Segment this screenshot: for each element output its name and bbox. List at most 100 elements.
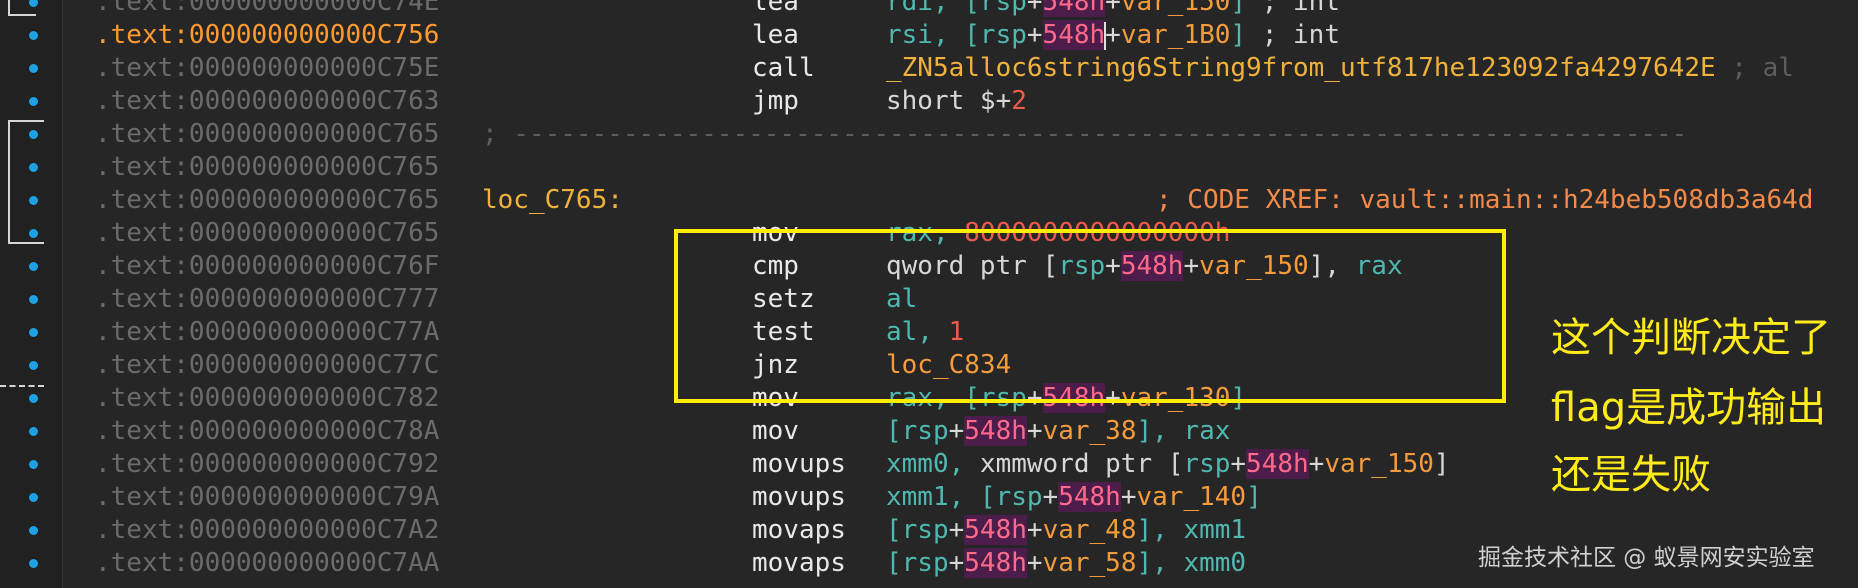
operands[interactable]: xmm0, xmmword ptr [rsp+548h+var_150]	[886, 448, 1450, 481]
mnemonic[interactable]: movaps	[752, 514, 846, 547]
operand-token: +	[1120, 482, 1137, 512]
operand-token: +	[1230, 449, 1247, 479]
operand-token: var_140	[1136, 482, 1247, 512]
mnemonic[interactable]: lea	[752, 0, 799, 19]
operands[interactable]: [rsp+548h+var_38], rax	[886, 415, 1230, 448]
operand-token: +	[1105, 20, 1121, 50]
operand-token: rsp	[901, 515, 949, 545]
operand-token: rsp	[979, 20, 1027, 50]
line-address[interactable]: .text:000000000000C7A2	[95, 514, 439, 547]
line-address[interactable]: .text:000000000000C792	[95, 448, 439, 481]
operand-token: ]	[1246, 482, 1262, 512]
operand-token: ; int	[1261, 20, 1340, 50]
line-address[interactable]: .text:000000000000C79A	[95, 481, 439, 514]
separator-comment: ; --------------------------------------…	[482, 119, 1688, 149]
line-address[interactable]: .text:000000000000C765	[95, 184, 439, 217]
annotation-line-2: flag是成功输出	[1551, 385, 1827, 431]
operand-token: var_38	[1042, 416, 1137, 446]
operand-token: ; int	[1261, 0, 1340, 17]
operand-token: ]	[1230, 20, 1262, 50]
operand-token: 548h	[964, 515, 1027, 545]
listing-line[interactable]: .text:000000000000C75E call _ZN5alloc6stri…	[0, 52, 1858, 85]
mnemonic[interactable]: movaps	[752, 547, 846, 580]
line-address[interactable]: .text:000000000000C76F	[95, 250, 439, 283]
listing-line[interactable]: .text:000000000000C765 ; ----------------…	[0, 118, 1858, 151]
annotation-line-1: 这个判断决定了	[1551, 315, 1831, 361]
operand-token: _ZN5alloc6string6String9from_utf817he123…	[886, 53, 1716, 83]
mnemonic[interactable]: mov	[752, 415, 799, 448]
operand-token: 548h	[964, 548, 1027, 578]
watermark: 掘金技术社区 @ 蚁景网安实验室	[1478, 545, 1815, 571]
operands[interactable]: short $+2	[886, 85, 1027, 118]
operand-token: ], rax	[1136, 416, 1231, 446]
xref-comment[interactable]: ; CODE XREF: vault::main::h24beb508db3a6…	[1156, 184, 1813, 217]
operand-token: [	[886, 416, 902, 446]
line-address[interactable]: .text:000000000000C777	[95, 283, 439, 316]
operands[interactable]: rdi, [rsp+548h+var_150] ; int	[886, 0, 1340, 19]
operand-token: var_58	[1042, 548, 1137, 578]
operand-token: 2	[1011, 86, 1027, 116]
operand-token: +	[948, 416, 965, 446]
listing-line[interactable]: .text:000000000000C74E lea rdi, [rsp+548h+…	[0, 0, 1858, 19]
operand-token: rsp	[995, 482, 1043, 512]
operand-token: var_150	[1324, 449, 1434, 479]
operand-token: rsp	[1183, 449, 1231, 479]
mnemonic[interactable]: call	[752, 52, 815, 85]
operand-token: [	[886, 515, 902, 545]
line-address[interactable]: .text:000000000000C765	[95, 118, 439, 151]
operand-token: rdi, [	[886, 0, 980, 17]
mnemonic[interactable]: movups	[752, 448, 846, 481]
highlight-box	[674, 229, 1506, 403]
operand-token: var_150	[1120, 0, 1231, 17]
operand-token: xmm1, [	[886, 482, 996, 512]
operand-token: +	[1105, 0, 1121, 17]
operand-token: ], xmm1	[1136, 515, 1247, 545]
code-label[interactable]: loc_C765:	[482, 184, 623, 217]
operand-token: xmm0,	[886, 449, 980, 479]
line-address[interactable]: .text:000000000000C765	[95, 217, 439, 250]
operand-token: 548h	[964, 416, 1027, 446]
operand-token: +	[1026, 0, 1043, 17]
listing-line[interactable]: .text:000000000000C765 loc_C765: ; CODE XR…	[0, 184, 1858, 217]
operand-token: 548h	[1042, 0, 1106, 17]
line-address[interactable]: .text:000000000000C756	[95, 19, 439, 52]
operand-token: short $+	[886, 86, 1012, 116]
operands[interactable]: rsi, [rsp+548h+var_1B0] ; int	[886, 19, 1340, 52]
listing-line[interactable]: .text:000000000000C765	[0, 151, 1858, 184]
line-address[interactable]: .text:000000000000C77A	[95, 316, 439, 349]
listing-line[interactable]: .text:000000000000C763 jmp short $+2	[0, 85, 1858, 118]
line-address[interactable]: .text:000000000000C77C	[95, 349, 439, 382]
line-address[interactable]: .text:000000000000C78A	[95, 415, 439, 448]
operand-token: 548h	[1058, 482, 1121, 512]
operand-token: +	[1042, 482, 1059, 512]
mnemonic[interactable]: lea	[752, 19, 799, 52]
operands[interactable]: xmm1, [rsp+548h+var_140]	[886, 481, 1262, 514]
operand-token: var_1B0	[1120, 20, 1231, 50]
line-address[interactable]: .text:000000000000C75E	[95, 52, 439, 85]
mnemonic[interactable]: movups	[752, 481, 846, 514]
operand-token: var_48	[1042, 515, 1137, 545]
operand-token: rsp	[979, 0, 1027, 17]
line-address[interactable]: .text:000000000000C74E	[95, 0, 439, 19]
operand-token: 548h	[1246, 449, 1309, 479]
operand-token: [	[886, 548, 902, 578]
line-address[interactable]: .text:000000000000C7AA	[95, 547, 439, 580]
mnemonic[interactable]: jmp	[752, 85, 799, 118]
operand-token: +	[948, 548, 965, 578]
operand-token: ], xmm0	[1136, 548, 1247, 578]
operand-token: rsi, [	[886, 20, 980, 50]
operand-token: ]	[1433, 449, 1450, 479]
operands[interactable]: _ZN5alloc6string6String9from_utf817he123…	[886, 52, 1794, 85]
operand-token: +	[1026, 548, 1043, 578]
operand-token: +	[1026, 515, 1043, 545]
line-address[interactable]: .text:000000000000C782	[95, 382, 439, 415]
line-address[interactable]: .text:000000000000C763	[95, 85, 439, 118]
operand-token: +	[948, 515, 965, 545]
listing-line[interactable]: .text:000000000000C756 lea rsi, [rsp+548h+…	[0, 19, 1858, 52]
operand-token: +	[1308, 449, 1325, 479]
operand-token: rsp	[901, 416, 949, 446]
operand-token: +	[1026, 416, 1043, 446]
operands[interactable]: [rsp+548h+var_48], xmm1	[886, 514, 1246, 547]
line-address[interactable]: .text:000000000000C765	[95, 151, 439, 184]
operands[interactable]: [rsp+548h+var_58], xmm0	[886, 547, 1246, 580]
